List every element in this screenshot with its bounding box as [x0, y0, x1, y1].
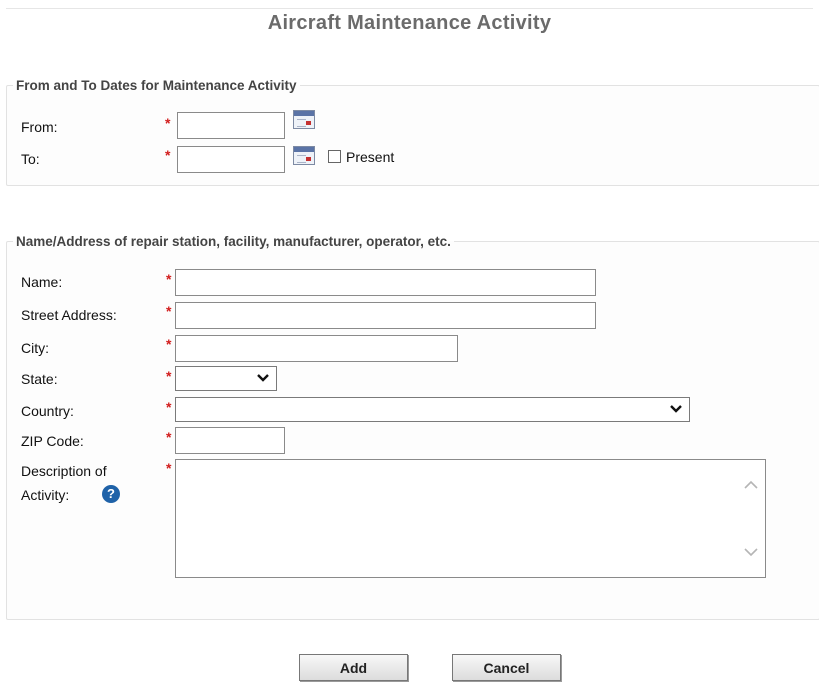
help-icon[interactable]: ? — [102, 485, 120, 503]
dates-legend: From and To Dates for Maintenance Activi… — [16, 78, 297, 93]
to-date-input[interactable] — [177, 146, 285, 173]
to-label: To: — [21, 151, 40, 167]
zip-required-mark: * — [166, 429, 172, 445]
state-required-mark: * — [166, 368, 172, 384]
from-date-input[interactable] — [177, 112, 285, 139]
to-required-mark: * — [165, 147, 171, 163]
present-checkbox[interactable] — [328, 150, 341, 163]
from-calendar-icon[interactable] — [293, 110, 315, 129]
street-address-label: Street Address: — [21, 307, 117, 323]
country-select[interactable] — [175, 397, 690, 422]
name-label: Name: — [21, 274, 63, 290]
country-label: Country: — [21, 403, 74, 419]
scroll-down-icon[interactable] — [743, 547, 759, 557]
chevron-down-icon — [670, 405, 682, 413]
city-required-mark: * — [166, 336, 172, 352]
from-label: From: — [21, 119, 58, 135]
description-required-mark: * — [166, 460, 172, 476]
city-input[interactable] — [175, 335, 458, 362]
street-required-mark: * — [166, 303, 172, 319]
state-select[interactable] — [175, 366, 277, 391]
dates-fieldset: From and To Dates for Maintenance Activi… — [6, 78, 819, 186]
city-label: City: — [21, 340, 49, 356]
name-input[interactable] — [175, 269, 596, 296]
description-label-line1: Description of — [21, 463, 107, 479]
state-label: State: — [21, 371, 58, 387]
country-required-mark: * — [166, 399, 172, 415]
to-calendar-icon[interactable] — [293, 146, 315, 165]
present-label: Present — [346, 149, 395, 165]
cancel-button[interactable]: Cancel — [452, 654, 561, 681]
description-label-line2: Activity: — [21, 487, 70, 503]
top-divider — [6, 8, 813, 9]
chevron-down-icon — [257, 374, 269, 382]
zip-code-input[interactable] — [175, 427, 285, 454]
add-button[interactable]: Add — [299, 654, 408, 681]
description-textarea[interactable] — [175, 459, 766, 578]
address-legend: Name/Address of repair station, facility… — [16, 234, 451, 249]
from-required-mark: * — [165, 115, 171, 131]
name-required-mark: * — [166, 271, 172, 287]
page-title: Aircraft Maintenance Activity — [267, 12, 552, 34]
scroll-up-icon[interactable] — [743, 480, 759, 490]
zip-code-label: ZIP Code: — [21, 433, 84, 449]
street-address-input[interactable] — [175, 302, 596, 329]
